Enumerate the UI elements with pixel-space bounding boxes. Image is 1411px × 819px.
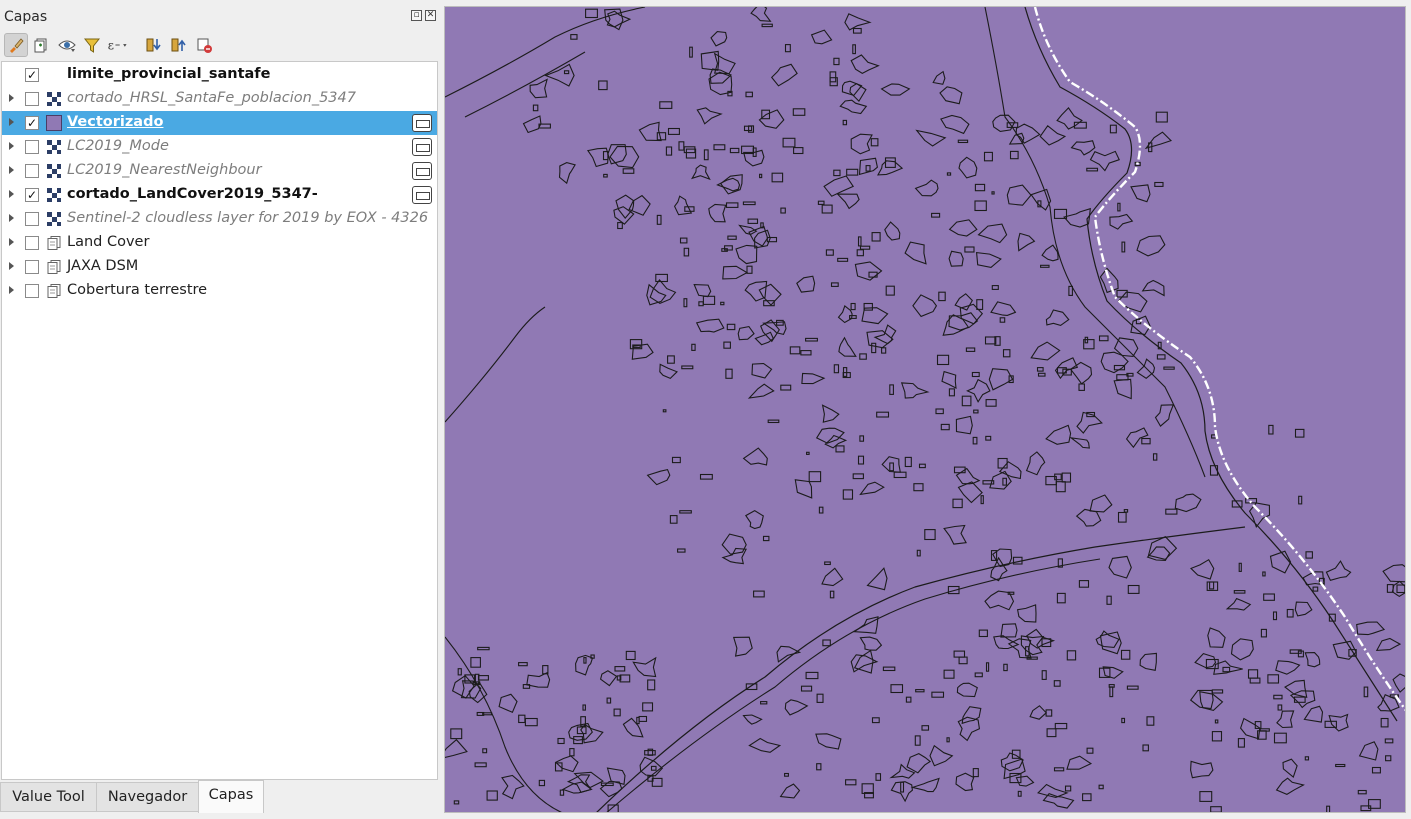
tab-navegador[interactable]: Navegador [96, 782, 199, 812]
polygon-outline-icon [46, 67, 62, 83]
close-panel-icon[interactable]: ✕ [425, 10, 436, 21]
layers-toolbar: ε [2, 33, 438, 59]
remove-layer-icon [197, 38, 212, 53]
visibility-button[interactable] [55, 33, 79, 57]
layer-visibility-checkbox[interactable] [25, 92, 39, 106]
layers-panel: Capas ▫ ✕ ε ✓ limite_provincial_santafe … [0, 0, 440, 819]
expand-arrow-icon[interactable] [9, 214, 14, 222]
layer-row[interactable]: cortado_HRSL_SantaFe_poblacion_5347 [2, 87, 437, 111]
tab-capas[interactable]: Capas [198, 780, 264, 813]
layer-name: cortado_LandCover2019_5347- [67, 186, 318, 202]
visibility-icon [58, 40, 76, 52]
panel-title: Capas [4, 9, 48, 25]
group-layer-icon [46, 235, 62, 251]
style-manager-button[interactable] [4, 33, 28, 57]
layer-row[interactable]: JAXA DSM [2, 255, 437, 279]
layer-row[interactable]: ✓ cortado_LandCover2019_5347- [2, 183, 437, 207]
raster-layer-icon [46, 91, 62, 107]
layer-visibility-checkbox[interactable]: ✓ [25, 188, 39, 202]
layer-name: Land Cover [67, 234, 150, 250]
group-layer-icon [46, 283, 62, 299]
raster-layer-icon [46, 139, 62, 155]
layer-visibility-checkbox[interactable] [25, 140, 39, 154]
layer-name: LC2019_NearestNeighbour [67, 162, 262, 178]
raster-layer-icon [46, 211, 62, 227]
remove-layer-button[interactable] [192, 33, 216, 57]
dock-tabs: Value Tool Navegador Capas [0, 780, 440, 813]
tab-value-tool[interactable]: Value Tool [0, 782, 97, 812]
layer-row[interactable]: LC2019_NearestNeighbour [2, 159, 437, 183]
expand-arrow-icon[interactable] [9, 190, 14, 198]
polygon-layer-icon [46, 115, 62, 131]
filter-legend-icon [83, 38, 101, 53]
group-layer-icon [46, 259, 62, 275]
layer-visibility-checkbox[interactable] [25, 164, 39, 178]
layer-visibility-checkbox[interactable]: ✓ [25, 116, 39, 130]
raster-layer-icon [46, 163, 62, 179]
layer-row[interactable]: Land Cover [2, 231, 437, 255]
layer-name: cortado_HRSL_SantaFe_poblacion_5347 [67, 90, 356, 106]
expand-all-icon [146, 38, 161, 52]
raster-layer-icon [46, 187, 62, 203]
map-render [445, 7, 1405, 812]
embedded-widget-icon[interactable] [412, 138, 432, 156]
expand-arrow-icon[interactable] [9, 286, 14, 294]
layer-row[interactable]: LC2019_Mode [2, 135, 437, 159]
expand-arrow-icon[interactable] [9, 94, 14, 102]
filter-legend-button[interactable] [80, 33, 104, 57]
filter-expression-icon: ε [108, 38, 127, 52]
expand-all-button[interactable] [142, 33, 166, 57]
expand-arrow-icon[interactable] [9, 262, 14, 270]
layer-visibility-checkbox[interactable] [25, 236, 39, 250]
float-panel-icon[interactable]: ▫ [411, 10, 422, 21]
collapse-all-button[interactable] [167, 33, 191, 57]
collapse-all-icon [171, 38, 186, 52]
expand-arrow-icon[interactable] [9, 118, 14, 126]
add-group-icon [34, 38, 47, 53]
layer-name: LC2019_Mode [67, 138, 169, 154]
expand-arrow-icon[interactable] [9, 142, 14, 150]
layer-visibility-checkbox[interactable] [25, 284, 39, 298]
layer-row[interactable]: Cobertura terrestre [2, 279, 437, 303]
layer-visibility-checkbox[interactable] [25, 212, 39, 226]
embedded-widget-icon[interactable] [412, 114, 432, 132]
filter-expression-button[interactable]: ε [106, 33, 130, 57]
expand-arrow-icon[interactable] [9, 166, 14, 174]
layer-name: Cobertura terrestre [67, 282, 208, 298]
layer-name: Sentinel-2 cloudless layer for 2019 by E… [67, 210, 429, 226]
embedded-widget-icon[interactable] [412, 186, 432, 204]
layer-visibility-checkbox[interactable] [25, 260, 39, 274]
layer-name: JAXA DSM [67, 258, 139, 274]
panel-header: Capas ▫ ✕ [0, 0, 440, 34]
style-manager-icon [10, 38, 24, 53]
layer-row[interactable]: Sentinel-2 cloudless layer for 2019 by E… [2, 207, 437, 231]
add-group-button[interactable] [29, 33, 53, 57]
layer-row[interactable]: ✓ Vectorizado [2, 111, 437, 135]
layer-name: limite_provincial_santafe [67, 66, 271, 82]
expand-arrow-icon[interactable] [9, 238, 14, 246]
layer-row[interactable]: ✓ limite_provincial_santafe [2, 63, 437, 87]
svg-text:ε: ε [108, 38, 114, 52]
layer-visibility-checkbox[interactable]: ✓ [25, 68, 39, 82]
layer-tree: ✓ limite_provincial_santafe cortado_HRSL_S… [1, 61, 438, 780]
map-canvas[interactable] [444, 6, 1406, 813]
layer-name: Vectorizado [67, 114, 164, 130]
embedded-widget-icon[interactable] [412, 162, 432, 180]
